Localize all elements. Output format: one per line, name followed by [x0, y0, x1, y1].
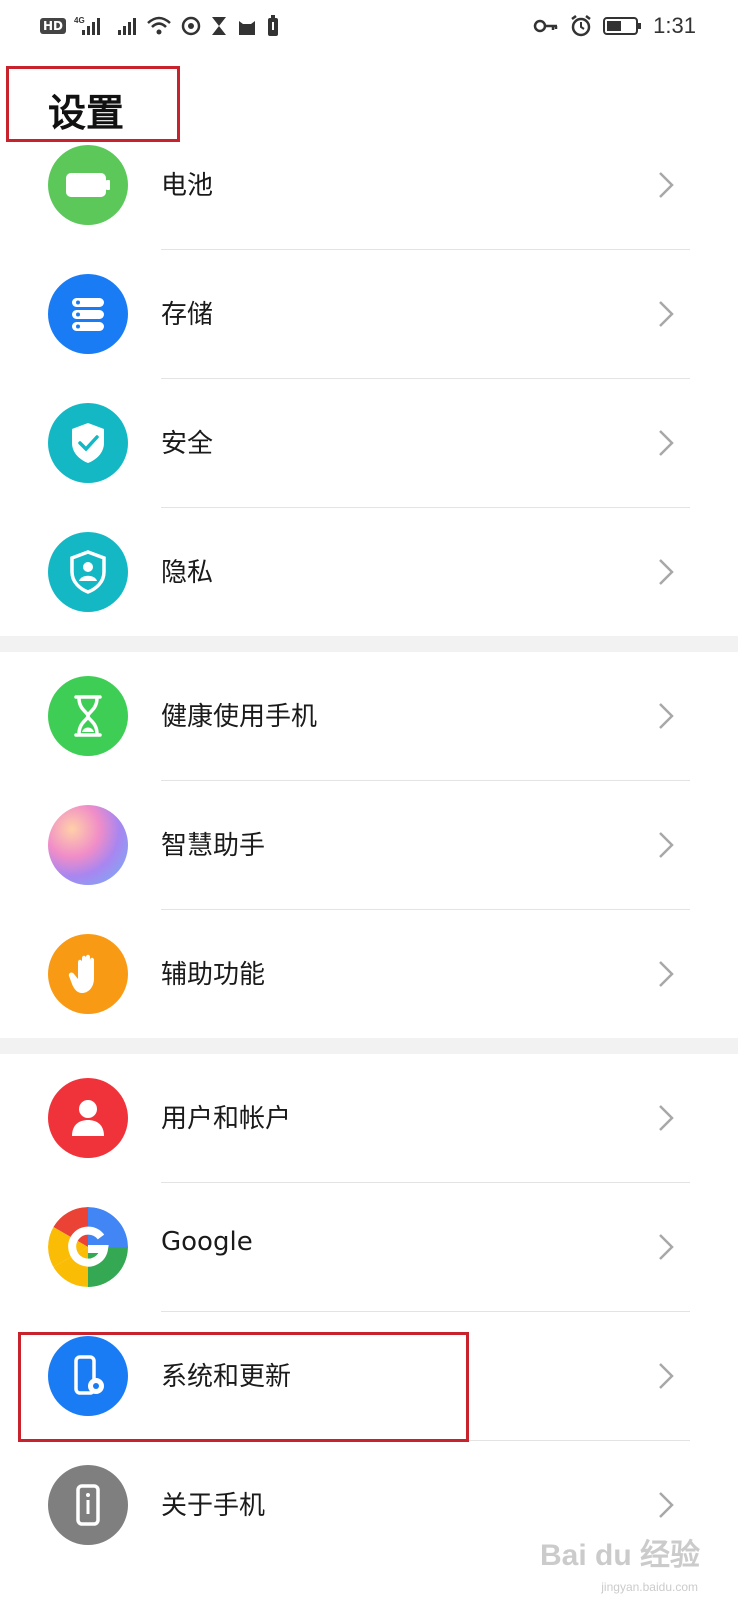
alarm-icon — [569, 14, 593, 38]
battery-icon — [48, 145, 128, 225]
system-update-icon — [48, 1336, 128, 1416]
settings-item-label: 健康使用手机 — [161, 702, 318, 732]
status-right-icons: 1:31 — [533, 12, 696, 40]
battery-saver-icon — [266, 15, 280, 37]
watermark-url: jingyan.baidu.com — [601, 1580, 698, 1594]
settings-item-label: 电池 — [161, 171, 214, 201]
settings-item-label: 智慧助手 — [161, 831, 266, 861]
hd-icon: HD — [40, 18, 67, 34]
chevron-right-icon — [659, 172, 674, 198]
google-icon — [48, 1207, 128, 1287]
settings-item-users-accounts[interactable]: 用户和帐户 — [0, 1054, 738, 1183]
storage-icon — [48, 274, 128, 354]
hourglass-icon — [48, 676, 128, 756]
phone-info-icon — [48, 1465, 128, 1545]
watermark: Bai du 经验 — [539, 1539, 700, 1572]
user-icon — [48, 1078, 128, 1158]
assistant-icon — [48, 805, 128, 885]
section-separator — [0, 636, 738, 652]
battery-icon — [603, 16, 643, 36]
settings-item-label: Google — [161, 1227, 253, 1257]
chevron-right-icon — [659, 430, 674, 456]
settings-item-label: 存储 — [161, 300, 214, 330]
hourglass-icon — [210, 15, 228, 37]
status-bar: HD 4G 1:31 — [0, 0, 738, 52]
chevron-right-icon — [659, 961, 674, 987]
settings-item-privacy[interactable]: 隐私 — [0, 508, 738, 637]
settings-item-label: 关于手机 — [161, 1491, 266, 1521]
signal-icon: 4G — [74, 15, 102, 37]
cat-icon — [236, 15, 258, 37]
network-label: 4G — [74, 16, 85, 25]
shield-check-icon — [48, 403, 128, 483]
hand-icon — [48, 934, 128, 1014]
settings-item-system-update[interactable]: 系统和更新 — [0, 1312, 738, 1441]
signal-icon — [110, 15, 138, 37]
chevron-right-icon — [659, 1234, 674, 1260]
settings-item-label: 系统和更新 — [161, 1362, 292, 1392]
section-separator — [0, 1038, 738, 1054]
chevron-right-icon — [659, 559, 674, 585]
chevron-right-icon — [659, 301, 674, 327]
settings-item-label: 辅助功能 — [161, 960, 266, 990]
sync-icon — [180, 15, 202, 37]
settings-item-security[interactable]: 安全 — [0, 379, 738, 508]
settings-item-label: 隐私 — [161, 558, 214, 588]
settings-item-accessibility[interactable]: 辅助功能 — [0, 910, 738, 1039]
chevron-right-icon — [659, 832, 674, 858]
settings-item-storage[interactable]: 存储 — [0, 250, 738, 379]
wifi-icon — [146, 15, 172, 37]
settings-item-smart-assistant[interactable]: 智慧助手 — [0, 781, 738, 910]
status-left-icons: HD 4G — [40, 12, 280, 40]
settings-item-digital-balance[interactable]: 健康使用手机 — [0, 652, 738, 781]
chevron-right-icon — [659, 703, 674, 729]
status-time: 1:31 — [653, 13, 696, 38]
chevron-right-icon — [659, 1105, 674, 1131]
chevron-right-icon — [659, 1492, 674, 1518]
settings-item-google[interactable]: Google — [0, 1183, 738, 1312]
key-icon — [533, 17, 559, 35]
settings-item-label: 用户和帐户 — [161, 1104, 292, 1134]
chevron-right-icon — [659, 1363, 674, 1389]
settings-item-battery[interactable]: 电池 — [0, 121, 738, 250]
privacy-icon — [48, 532, 128, 612]
settings-item-label: 安全 — [161, 429, 214, 459]
